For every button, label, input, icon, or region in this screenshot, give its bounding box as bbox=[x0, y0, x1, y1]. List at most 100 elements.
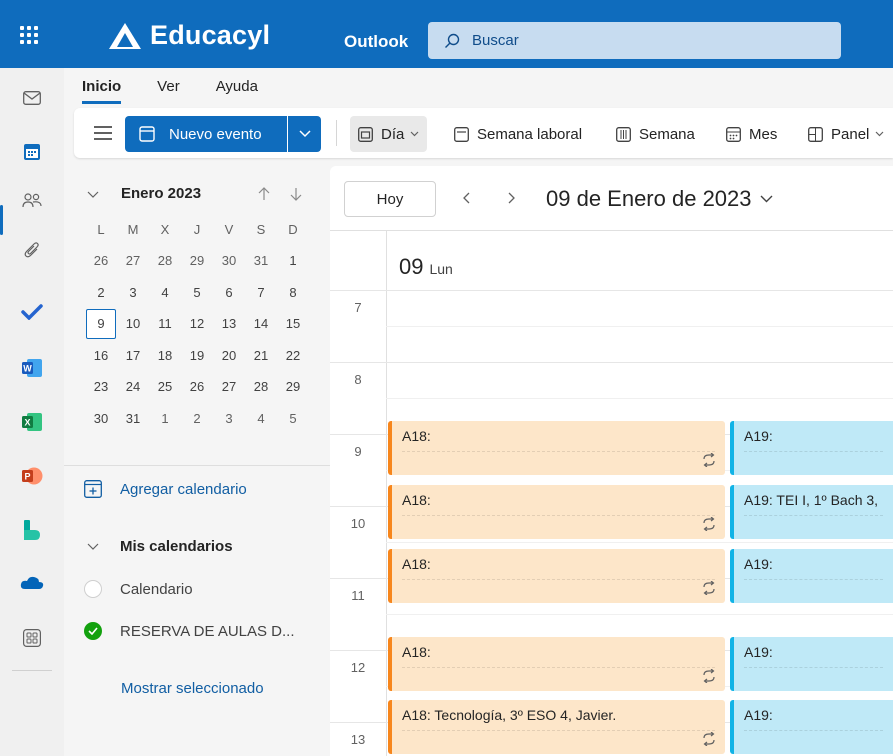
event-a18[interactable]: A18: bbox=[388, 637, 725, 691]
mini-calendar-day[interactable]: 25 bbox=[150, 372, 180, 402]
event-a19[interactable]: A19: bbox=[730, 421, 893, 475]
mini-calendar-day[interactable]: 28 bbox=[150, 246, 180, 276]
more-apps-icon[interactable] bbox=[14, 620, 50, 656]
mini-calendar-day[interactable]: 15 bbox=[278, 309, 308, 339]
mini-calendar-day[interactable]: 29 bbox=[182, 246, 212, 276]
mini-calendar-day[interactable]: 10 bbox=[118, 309, 148, 339]
arrow-up-icon[interactable] bbox=[256, 186, 272, 202]
attach-icon[interactable] bbox=[14, 232, 50, 268]
show-selected-link[interactable]: Mostrar seleccionado bbox=[121, 680, 264, 697]
day-column-header[interactable]: 09 Lun bbox=[399, 254, 453, 280]
mini-calendar-day[interactable]: 29 bbox=[278, 372, 308, 402]
event-a18[interactable]: A18: bbox=[388, 485, 725, 539]
mini-calendar-day[interactable]: 3 bbox=[118, 277, 148, 307]
calendar-unchecked-icon[interactable] bbox=[84, 580, 102, 598]
event-a18[interactable]: A18: Tecnología, 3º ESO 4, Javier. bbox=[388, 700, 725, 754]
chevron-down-icon[interactable] bbox=[86, 188, 100, 202]
mini-calendar-day[interactable]: 20 bbox=[214, 340, 244, 370]
powerpoint-icon[interactable]: P bbox=[14, 458, 50, 494]
add-calendar-link[interactable]: Agregar calendario bbox=[84, 480, 247, 498]
word-icon[interactable]: W bbox=[14, 350, 50, 386]
calendar-icon[interactable] bbox=[14, 134, 50, 170]
mini-calendar-day[interactable]: 22 bbox=[278, 340, 308, 370]
mini-calendar-day[interactable]: 24 bbox=[118, 372, 148, 402]
checkmark-icon[interactable] bbox=[84, 622, 102, 640]
todo-icon[interactable] bbox=[14, 294, 50, 330]
mini-calendar-day[interactable]: 31 bbox=[118, 403, 148, 433]
mini-calendar-day[interactable]: 18 bbox=[150, 340, 180, 370]
mini-calendar-day[interactable]: 23 bbox=[86, 372, 116, 402]
event-title: A19: bbox=[744, 428, 773, 444]
event-a19[interactable]: A19: bbox=[730, 549, 893, 603]
event-a19[interactable]: A19: TEI I, 1º Bach 3, bbox=[730, 485, 893, 539]
view-work-week-button[interactable]: Semana laboral bbox=[454, 116, 582, 152]
mini-calendar-day[interactable]: 12 bbox=[182, 309, 212, 339]
mini-calendar-day[interactable]: 5 bbox=[182, 277, 212, 307]
mini-calendar-month[interactable]: Enero 2023 bbox=[121, 185, 201, 202]
menu-icon[interactable] bbox=[94, 126, 112, 140]
mini-calendar-day[interactable]: 7 bbox=[246, 277, 276, 307]
today-button[interactable]: Hoy bbox=[344, 181, 436, 217]
chevron-left-icon[interactable] bbox=[460, 190, 474, 206]
new-event-label: Nuevo evento bbox=[169, 125, 262, 143]
event-a18[interactable]: A18: bbox=[388, 421, 725, 475]
mini-calendar-day[interactable]: 2 bbox=[182, 403, 212, 433]
app-name[interactable]: Outlook bbox=[344, 32, 408, 52]
bookings-icon[interactable] bbox=[14, 512, 50, 548]
mini-calendar-day[interactable]: 8 bbox=[278, 277, 308, 307]
mini-calendar-day[interactable]: 27 bbox=[118, 246, 148, 276]
mini-calendar-day[interactable]: 11 bbox=[150, 309, 180, 339]
mini-calendar-day[interactable]: 13 bbox=[214, 309, 244, 339]
mini-calendar-day[interactable]: 26 bbox=[86, 246, 116, 276]
mini-calendar-day[interactable]: 3 bbox=[214, 403, 244, 433]
arrow-down-icon[interactable] bbox=[288, 186, 304, 202]
mini-calendar-day[interactable]: 4 bbox=[246, 403, 276, 433]
view-day-button[interactable]: Día bbox=[350, 116, 428, 152]
mini-calendar-day[interactable]: 16 bbox=[86, 340, 116, 370]
new-event-dropdown-button[interactable] bbox=[288, 116, 321, 152]
mini-calendar-day[interactable]: 30 bbox=[214, 246, 244, 276]
event-a18[interactable]: A18: bbox=[388, 549, 725, 603]
calendar-item-calendario[interactable]: Calendario bbox=[84, 580, 193, 598]
mini-calendar-day[interactable]: 19 bbox=[182, 340, 212, 370]
app-launcher-icon[interactable] bbox=[16, 22, 40, 46]
mini-calendar-day[interactable]: 28 bbox=[246, 372, 276, 402]
mini-calendar-day[interactable]: 5 bbox=[278, 403, 308, 433]
mini-calendar-day[interactable]: 2 bbox=[86, 277, 116, 307]
calendar-item-reserva-aulas[interactable]: RESERVA DE AULAS D... bbox=[84, 622, 295, 640]
event-a19[interactable]: A19: bbox=[730, 637, 893, 691]
mini-calendar-day[interactable]: 26 bbox=[182, 372, 212, 402]
view-board-button[interactable]: Panel bbox=[808, 116, 884, 152]
brand-logo[interactable]: Educacyl bbox=[108, 20, 270, 51]
mail-icon[interactable] bbox=[14, 80, 50, 116]
tab-inicio[interactable]: Inicio bbox=[82, 78, 122, 104]
view-week-button[interactable]: Semana bbox=[616, 116, 695, 152]
tab-ver[interactable]: Ver bbox=[157, 78, 180, 104]
mini-calendar-day[interactable]: 30 bbox=[86, 403, 116, 433]
mini-calendar-day[interactable]: 14 bbox=[246, 309, 276, 339]
mini-calendar-today[interactable]: 9 bbox=[86, 308, 116, 339]
mini-calendar-day[interactable]: 1 bbox=[150, 403, 180, 433]
mini-calendar-day[interactable]: 6 bbox=[214, 277, 244, 307]
view-month-label: Mes bbox=[749, 125, 778, 143]
mini-calendar-day[interactable]: 21 bbox=[246, 340, 276, 370]
view-month-button[interactable]: Mes bbox=[726, 116, 777, 152]
mini-calendar-day[interactable]: 31 bbox=[246, 246, 276, 276]
excel-icon[interactable]: X bbox=[14, 404, 50, 440]
people-icon[interactable] bbox=[14, 182, 50, 218]
event-a19[interactable]: A19: bbox=[730, 700, 893, 754]
tab-ayuda[interactable]: Ayuda bbox=[216, 78, 258, 104]
mini-calendar-day[interactable]: 4 bbox=[150, 277, 180, 307]
my-calendars-group[interactable]: Mis calendarios bbox=[86, 538, 233, 555]
date-picker-title[interactable]: 09 de Enero de 2023 bbox=[546, 186, 773, 212]
chevron-right-icon[interactable] bbox=[504, 190, 518, 206]
mini-calendar-day[interactable]: 1 bbox=[278, 246, 308, 276]
search-input[interactable]: Buscar bbox=[428, 22, 841, 59]
onedrive-icon[interactable] bbox=[14, 564, 50, 600]
weekday-header: S bbox=[256, 221, 266, 237]
new-event-button[interactable]: Nuevo evento bbox=[125, 116, 287, 152]
chevron-down-icon bbox=[410, 131, 419, 137]
mini-calendar-day[interactable]: 27 bbox=[214, 372, 244, 402]
mini-calendar-day[interactable]: 17 bbox=[118, 340, 148, 370]
svg-text:X: X bbox=[24, 418, 30, 428]
